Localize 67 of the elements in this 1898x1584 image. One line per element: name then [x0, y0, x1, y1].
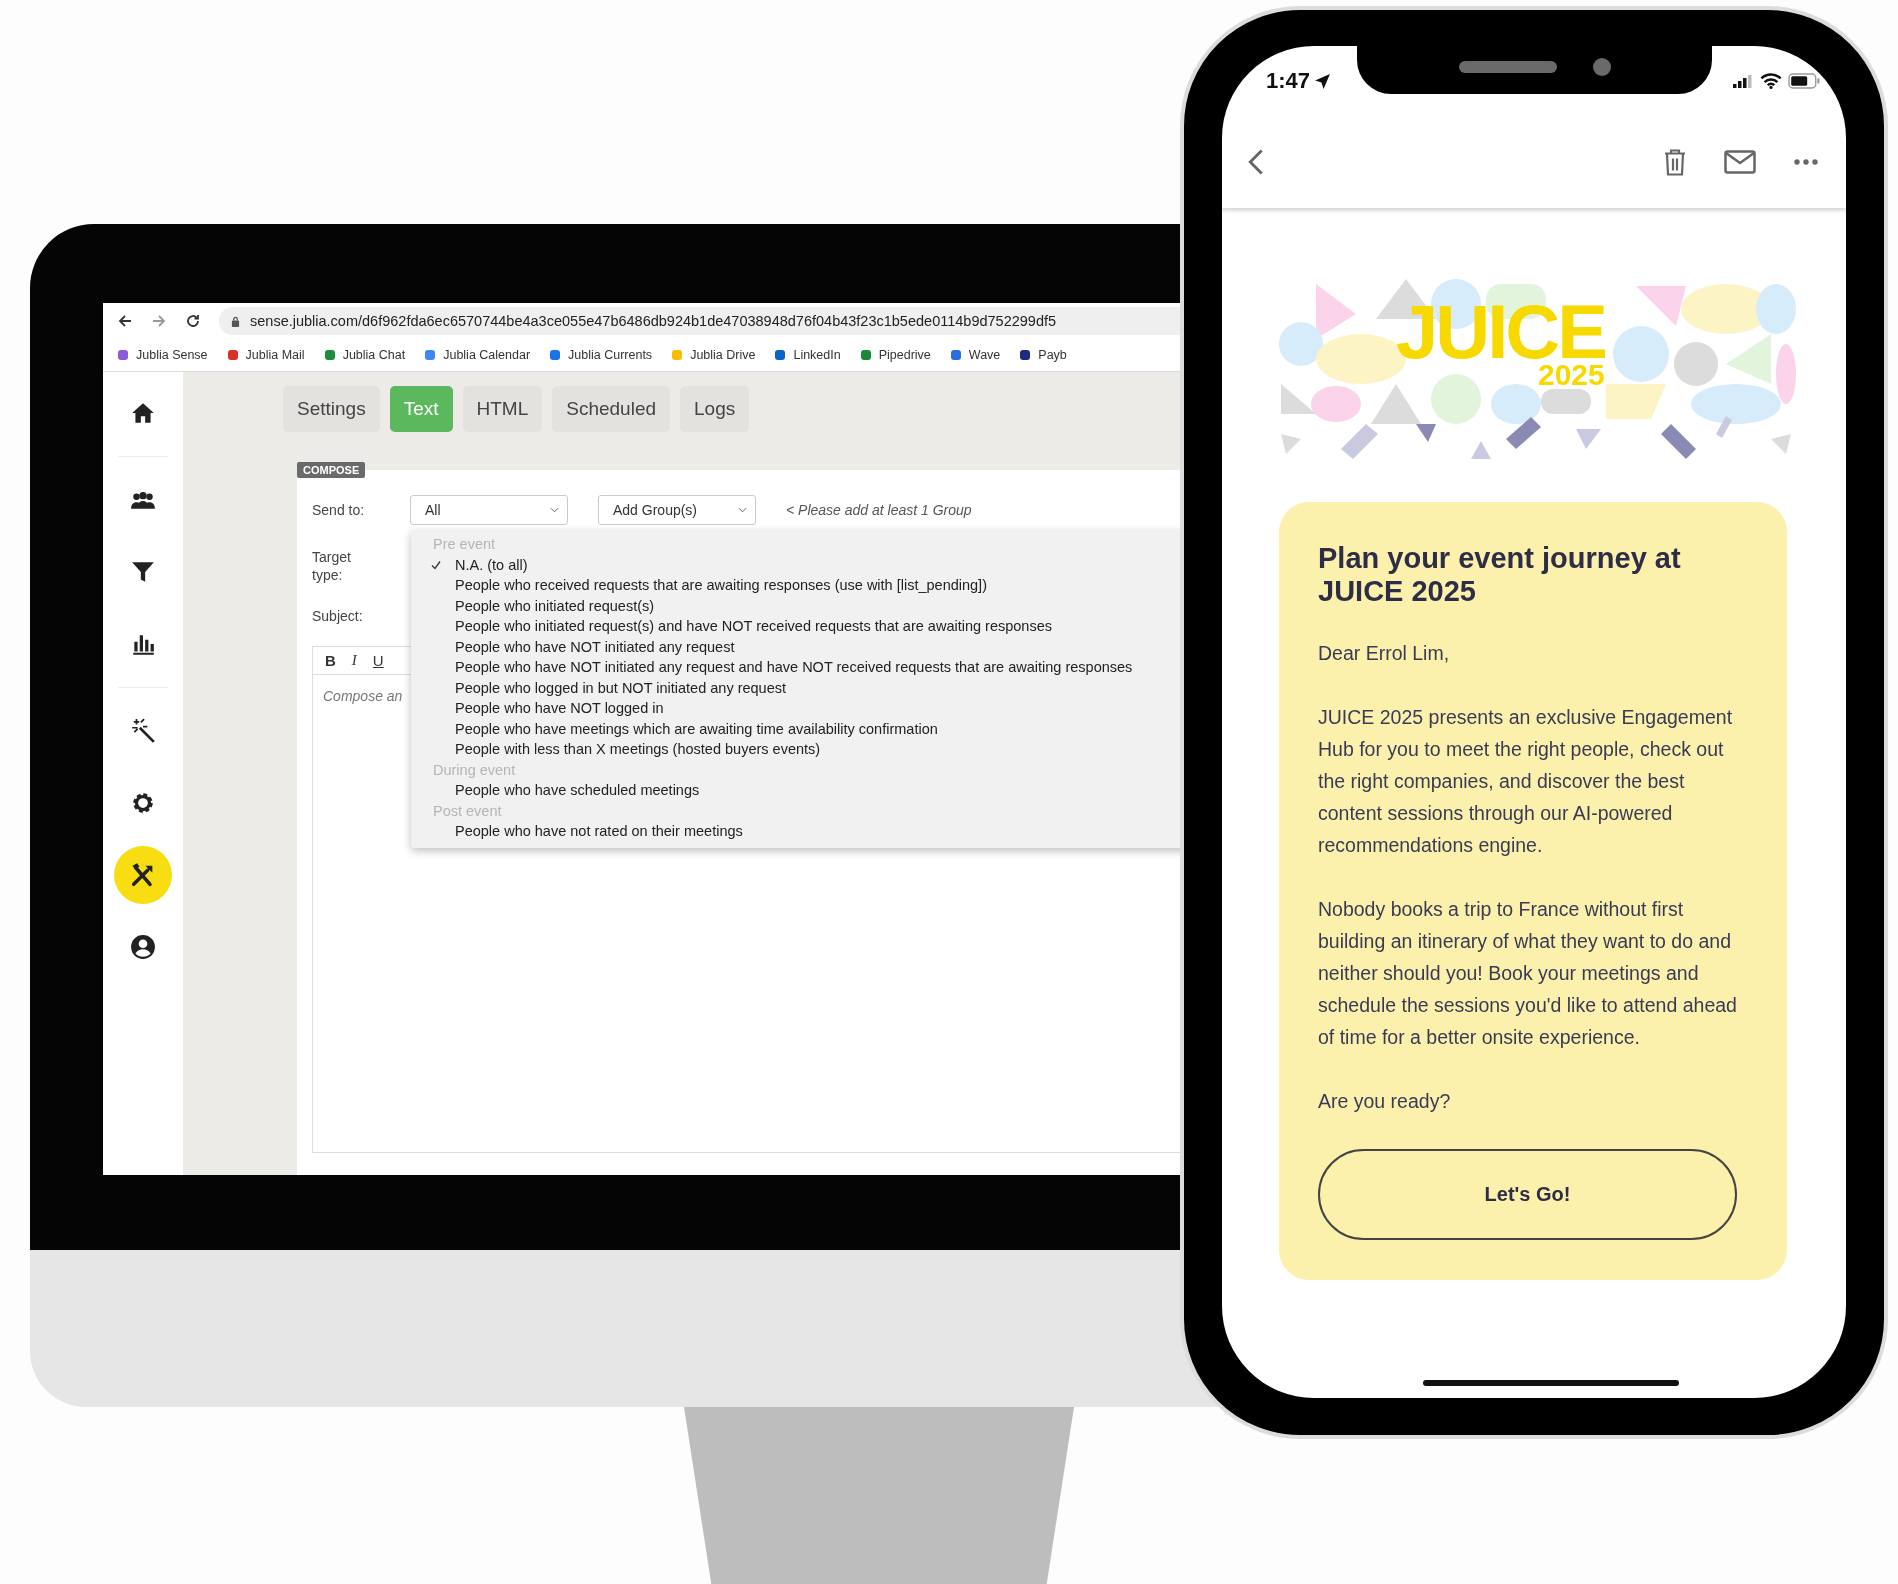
dropdown-option[interactable]: People who initiated request(s) and have NOT received requests that are awaiting responses — [411, 616, 1180, 637]
format-button[interactable]: I — [345, 649, 363, 672]
trash-icon[interactable] — [1664, 148, 1686, 176]
chevron-icon — [738, 507, 747, 513]
field-label: Send to: — [312, 502, 366, 518]
wifi-icon — [1760, 73, 1782, 89]
section-badge: COMPOSE — [297, 462, 366, 478]
people-icon — [130, 490, 156, 510]
back-icon[interactable] — [1248, 148, 1264, 176]
email-paragraph: Dear Errol Lim, — [1318, 640, 1451, 666]
dropdown-option[interactable]: People who initiated request(s) — [411, 595, 1180, 616]
dropdown-option[interactable]: People who have NOT initiated any request — [411, 636, 1180, 657]
bookmark[interactable]: Wave — [949, 348, 1001, 362]
battery-icon — [1788, 73, 1820, 89]
field-label: Target type: — [312, 547, 352, 585]
bookmark[interactable]: Jublia Drive — [671, 348, 756, 362]
bookmark[interactable]: Jublia Calendar — [424, 348, 531, 362]
email-paragraph: Nobody books a trip to France without first building an itinerary of what they want to do and neither should you! Book your meetings and schedule the sessions you'd like to attend ahead of time for a better onsite experience. — [1318, 896, 1737, 1050]
forward-icon[interactable] — [151, 313, 167, 329]
reload-icon[interactable] — [185, 313, 201, 329]
email-title: Plan your event journey at JUICE 2025 — [1318, 542, 1682, 609]
tab[interactable]: Settings — [283, 386, 380, 432]
dropdown-option[interactable]: N.A. (to all) — [411, 554, 1180, 575]
back-icon[interactable] — [117, 313, 133, 329]
format-button[interactable]: U — [366, 649, 390, 672]
chevron-icon — [550, 507, 559, 513]
settings-icon — [130, 790, 156, 816]
email-paragraph: JUICE 2025 presents an exclusive Engagement Hub for you to meet the right people, check out the right companies, and discover the best content sessions through our AI-powered recommendations engine. — [1318, 704, 1734, 858]
camera-dot — [1592, 58, 1611, 76]
magic-wand-icon — [130, 718, 156, 744]
group-select[interactable]: Add Group(s) — [598, 495, 756, 525]
sidebar-item-active[interactable] — [114, 846, 172, 904]
check-icon — [431, 559, 441, 570]
dropdown-option[interactable]: People who have meetings which are awaiting time availability confirmation — [411, 718, 1180, 739]
format-button[interactable]: B — [319, 649, 342, 672]
group-heading: Pre event — [432, 535, 497, 554]
field-label: Subject: — [312, 608, 364, 624]
group-heading: During event — [432, 760, 517, 780]
user-icon — [130, 934, 156, 960]
address-bar[interactable]: sense.jublia.com/d6f962fda6ec6570744be4a3ce055e47b6486db924b1de47038948d76f04b43f23c1b5ede0114b9d752299df5 — [219, 307, 1180, 335]
bookmark[interactable]: Jublia Chat — [323, 348, 406, 362]
dropdown-option[interactable]: People with less than X meetings (hosted buyers events) — [411, 739, 1180, 760]
bookmark[interactable]: LinkedIn — [774, 348, 841, 362]
hint-text: < Please add at least 1 Group — [786, 502, 972, 518]
dropdown-option[interactable]: People who have NOT logged in — [411, 698, 1180, 719]
location-arrow-icon — [1314, 72, 1332, 90]
tab[interactable]: HTML — [462, 386, 543, 432]
dropdown-option[interactable]: People who have scheduled meetings — [411, 780, 1180, 801]
more-icon[interactable] — [1794, 159, 1818, 165]
tab[interactable]: Scheduled — [552, 386, 671, 432]
bookmark[interactable]: Payb — [1019, 348, 1067, 362]
status-time: 1:47 — [1266, 68, 1311, 94]
bookmark[interactable]: Jublia Sense — [117, 348, 208, 362]
cta-button[interactable]: Let's Go! — [1318, 1148, 1737, 1240]
dropdown-option[interactable]: People who received requests that are awaiting responses (use with [list_pending]) — [411, 575, 1180, 596]
bookmark[interactable]: Jublia Currents — [549, 348, 653, 362]
dropdown-option[interactable]: People who logged in but NOT initiated any request — [411, 677, 1180, 698]
dropdown-option[interactable]: People who have not rated on their meetings — [411, 821, 1180, 842]
email-paragraph: Are you ready? — [1318, 1088, 1452, 1114]
bookmark[interactable]: Jublia Mail — [226, 348, 305, 362]
send-to-select[interactable]: All — [410, 495, 568, 525]
signal-icon — [1732, 74, 1754, 88]
group-heading: Post event — [432, 801, 503, 821]
mail-icon[interactable] — [1724, 150, 1756, 174]
lock-icon — [231, 315, 240, 327]
tab[interactable]: Logs — [680, 386, 750, 432]
bookmark[interactable]: Pipedrive — [859, 348, 931, 362]
